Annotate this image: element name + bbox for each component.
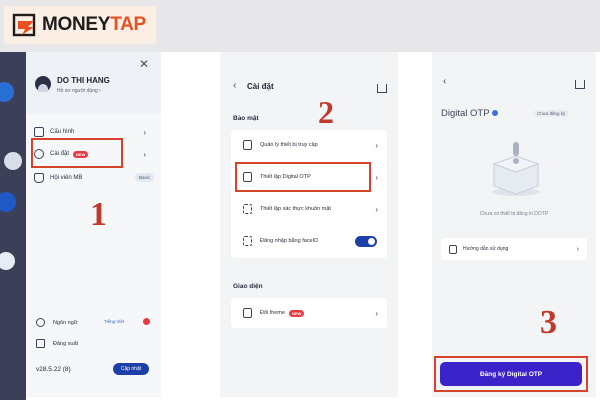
highlight-settings <box>31 138 123 168</box>
language-value: Tiếng Việt <box>104 319 125 324</box>
page-title: Cài đặt <box>247 82 274 91</box>
row-label: Quản lý thiết bị truy cập <box>260 142 318 148</box>
logo-text-money: MONEY <box>42 14 111 35</box>
highlight-register-button <box>434 356 588 392</box>
settings-panel: ‹ Cài đặt Bảo mật Quản lý thiết bị truy … <box>220 52 398 397</box>
moneytap-logo: MONEYTAP <box>4 6 156 44</box>
document-icon <box>449 244 457 254</box>
step-number-1: 1 <box>90 196 107 233</box>
section-interface: Giao diện <box>233 283 263 290</box>
section-security: Bảo mật <box>233 115 259 122</box>
face-scan-icon <box>243 204 252 214</box>
config-icon <box>34 127 44 137</box>
device-icon <box>243 140 252 150</box>
faceid-toggle[interactable] <box>355 235 377 247</box>
chevron-right-icon: › <box>576 245 579 253</box>
step-number-3: 3 <box>540 304 557 341</box>
digital-otp-panel: ‹ <box>432 52 596 397</box>
home-icon[interactable] <box>377 84 387 93</box>
step-number-2: 2 <box>318 94 334 130</box>
row-device-management[interactable]: Quản lý thiết bị truy cập › <box>231 130 387 160</box>
chevron-right-icon: › <box>143 149 146 159</box>
status-badge: Chưa đăng ký <box>533 110 570 117</box>
app-background <box>0 52 26 400</box>
crown-icon <box>34 173 44 183</box>
menu-item-label: Cấu hình <box>50 129 75 135</box>
language-label: Ngôn ngữ <box>53 319 78 326</box>
guide-row[interactable]: Hướng dẫn sử dụng › <box>441 238 587 260</box>
avatar <box>35 76 51 92</box>
back-icon[interactable]: ‹ <box>443 76 446 87</box>
row-label: Đăng nhập bằng faceID <box>260 238 319 244</box>
chevron-right-icon: › <box>375 204 378 214</box>
row-faceid-login: Đăng nhập bằng faceID <box>231 226 387 256</box>
menu-item-label: Hội viên MB <box>50 175 83 181</box>
chevron-right-icon: › <box>375 308 378 318</box>
profile-header[interactable]: DO THI HANG Hồ sơ người dùng › ✕ <box>26 52 161 114</box>
row-label: Đổi theme <box>260 310 286 316</box>
profile-link[interactable]: Hồ sơ người dùng › <box>57 88 101 94</box>
page-title: Digital OTP <box>441 108 499 119</box>
empty-box-icon <box>486 138 546 198</box>
logout-row[interactable]: Đăng xuất <box>36 339 78 348</box>
chevron-right-icon: › <box>375 140 378 150</box>
logout-icon <box>36 339 45 348</box>
update-button[interactable]: Cập nhật <box>113 363 149 375</box>
page-title-text: Digital OTP <box>441 108 490 119</box>
row-change-theme[interactable]: Đổi theme NEW › <box>231 298 387 328</box>
logout-label: Đăng xuất <box>53 340 79 347</box>
top-banner: MONEYTAP <box>0 0 600 52</box>
paint-brush-icon <box>243 308 252 318</box>
close-icon[interactable]: ✕ <box>139 57 149 71</box>
chevron-right-icon: › <box>143 127 146 137</box>
membership-badge: Basic <box>134 173 154 182</box>
empty-state-text: Chưa có thiết bị đăng kí DOTP <box>479 211 549 217</box>
menu-item-membership[interactable]: Hội viên MB Basic <box>34 170 154 186</box>
interface-card: Đổi theme NEW › <box>231 298 387 328</box>
highlight-digital-otp <box>235 162 371 192</box>
faceid-icon <box>243 236 252 246</box>
language-row[interactable]: Ngôn ngữ <box>36 318 77 327</box>
logo-text-tap: TAP <box>110 14 146 35</box>
globe-icon <box>36 318 45 327</box>
home-icon[interactable] <box>575 80 585 89</box>
info-icon[interactable] <box>492 110 499 116</box>
language-indicator <box>143 318 150 325</box>
new-badge: NEW <box>289 309 305 317</box>
row-face-auth[interactable]: Thiết lập xác thực khuôn mặt › <box>231 194 387 224</box>
moneytap-logo-icon <box>12 12 38 38</box>
user-name: DO THI HANG <box>57 76 110 85</box>
chevron-right-icon: › <box>375 172 378 182</box>
security-card: Quản lý thiết bị truy cập › Thiết lập Di… <box>231 130 387 258</box>
app-version: v28.5.22 (8) <box>36 366 71 373</box>
back-icon[interactable]: ‹ <box>233 80 236 91</box>
guide-label: Hướng dẫn sử dụng <box>463 246 509 252</box>
row-label: Thiết lập xác thực khuôn mặt <box>260 206 331 212</box>
